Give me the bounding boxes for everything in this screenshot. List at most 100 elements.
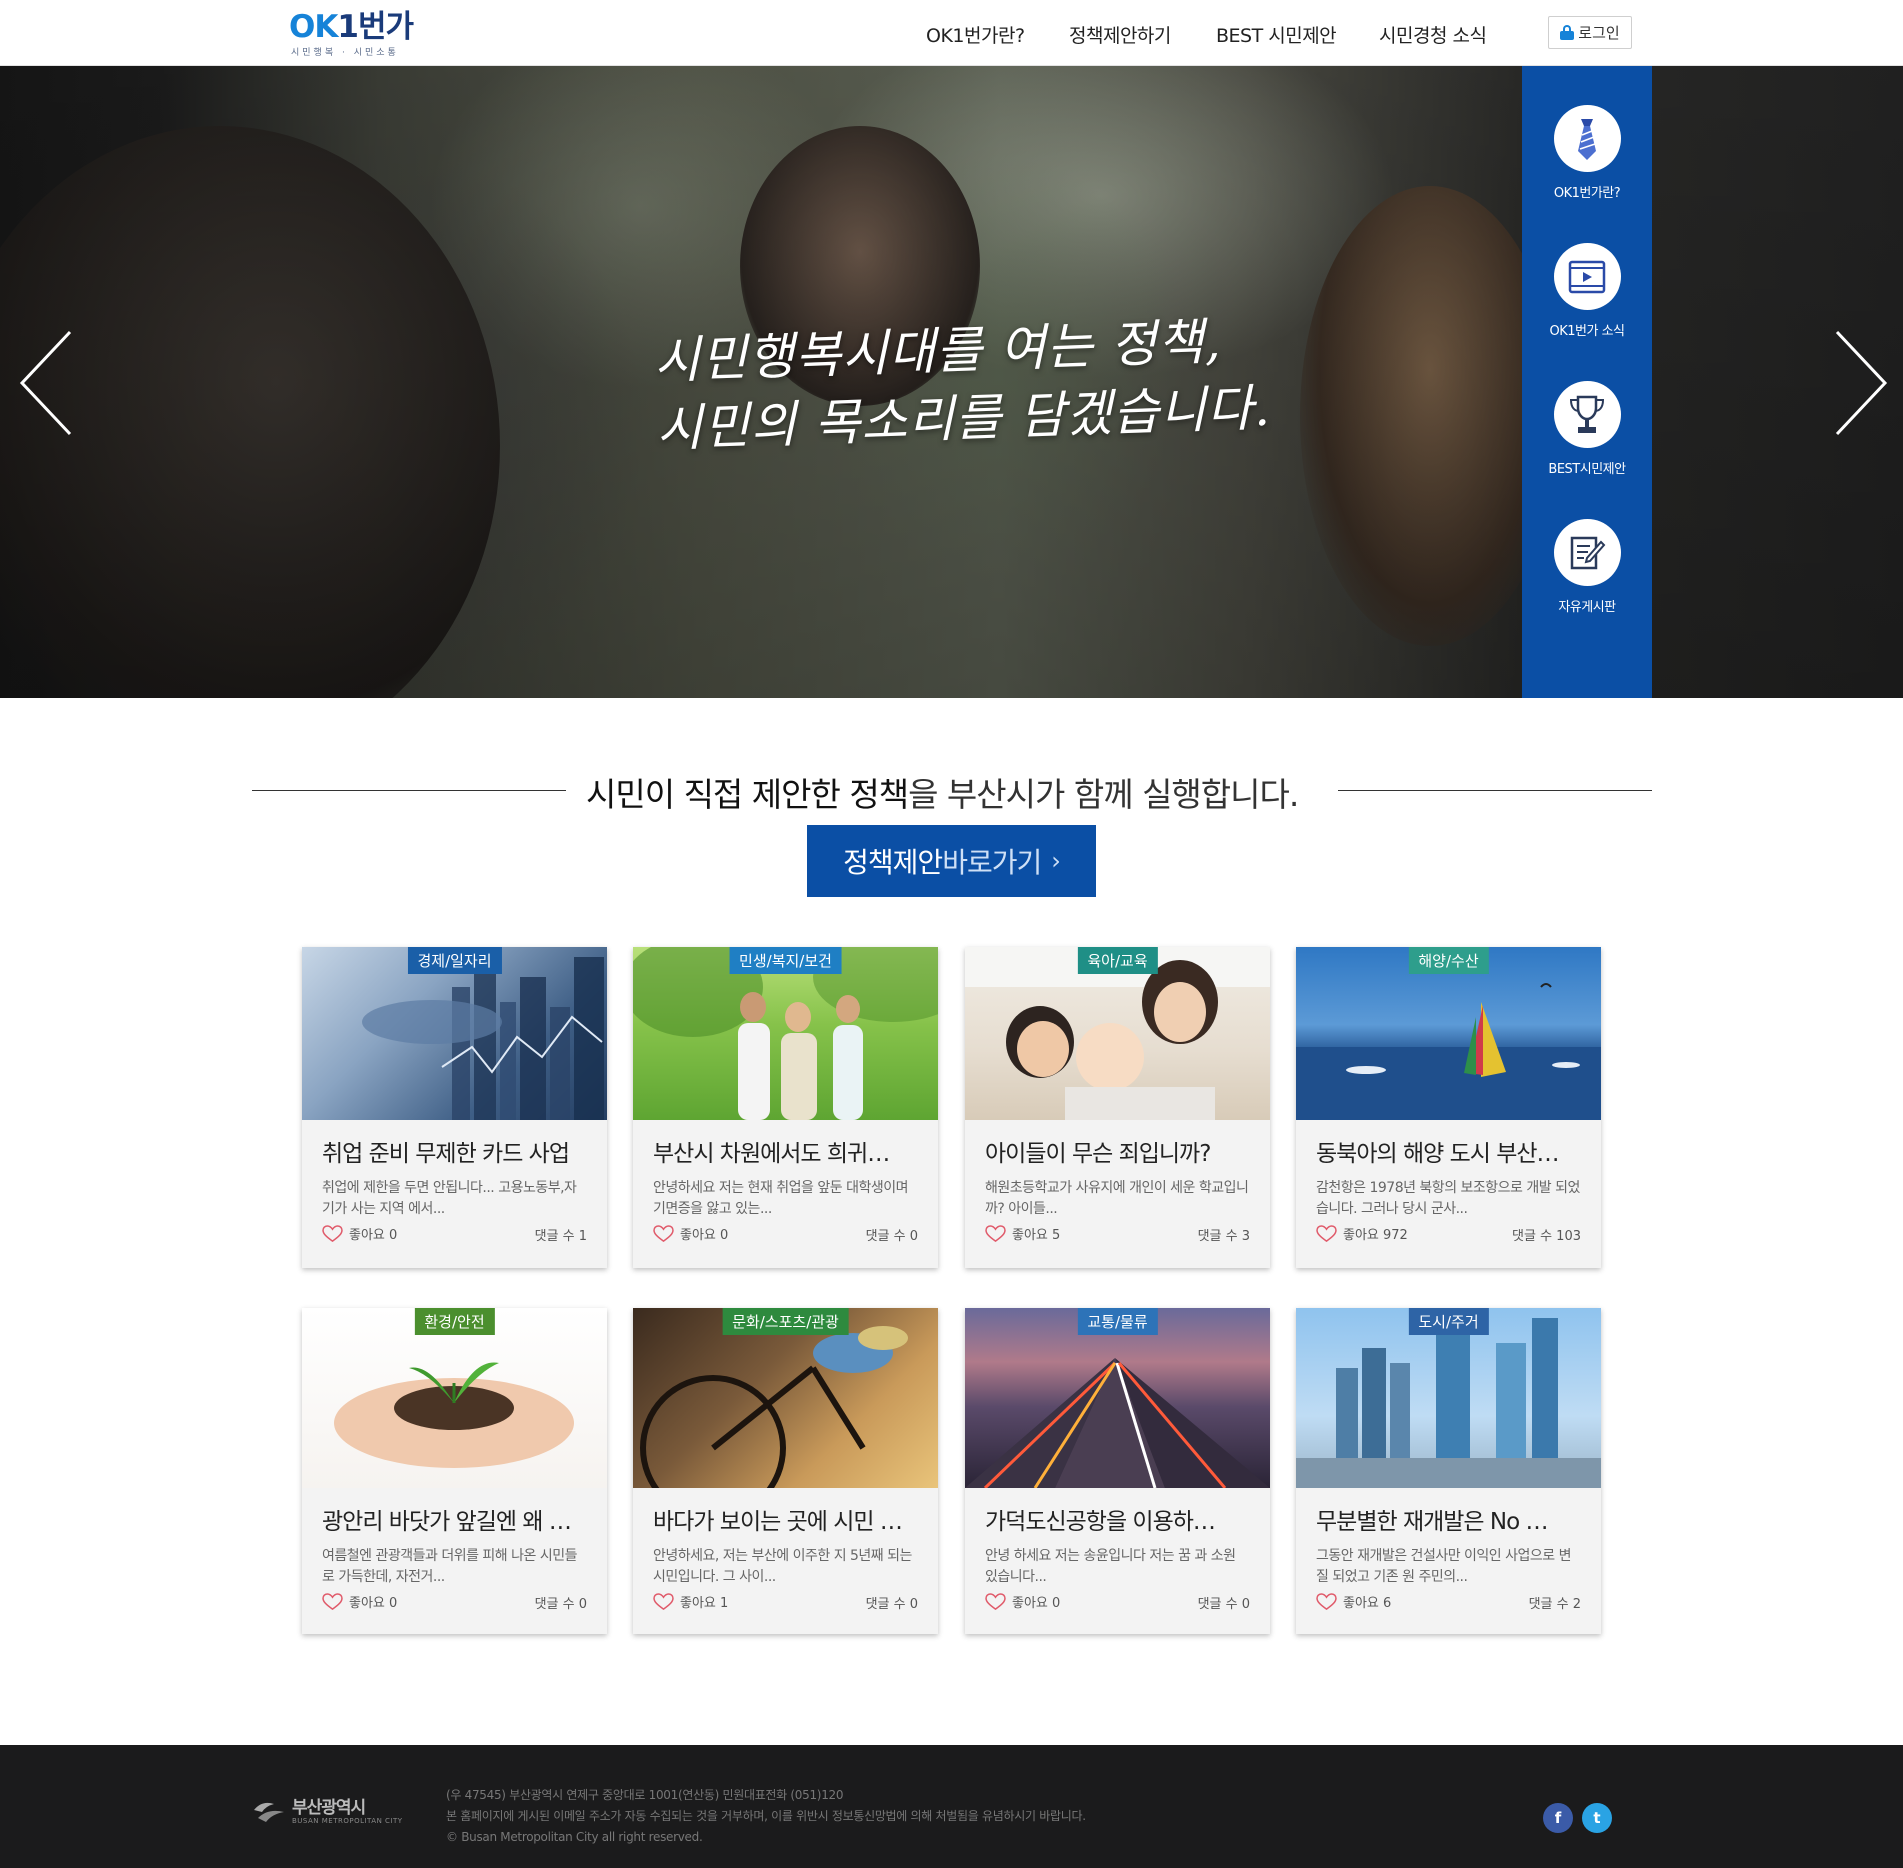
card-description: 취업에 제한을 두면 안됩니다... 고용노동부,자기가 사는 지역 에서... [322, 1180, 577, 1217]
footer-logo-text: 부산광역시 [292, 1797, 366, 1818]
quick-item-board[interactable]: 자유게시판 [1522, 519, 1652, 615]
card-image: 문화/스포츠/관광 [633, 1308, 938, 1488]
quick-label-best: BEST시민제안 [1548, 462, 1626, 477]
category-tag: 문화/스포츠/관광 [722, 1308, 849, 1335]
like-count: 좋아요 6 [1343, 1596, 1392, 1611]
login-button[interactable]: 로그인 [1548, 16, 1632, 49]
card-title: 취업 준비 무제한 카드 사업 [322, 1141, 570, 1167]
login-label: 로그인 [1578, 24, 1620, 42]
like-button[interactable]: 좋아요 0 [322, 1592, 397, 1611]
card-title: 아이들이 무슨 죄입니까? [985, 1141, 1211, 1167]
quick-menu: OK1번가란? OK1번가 소식 BEST시민제안 자유게시판 [1522, 66, 1652, 698]
policy-card[interactable]: 문화/스포츠/관광 바다가 보이는 곳에 시민 … 안녕하세요, 저는 부산에 … [633, 1308, 938, 1634]
quick-item-news[interactable]: OK1번가 소식 [1522, 243, 1652, 339]
heart-icon [985, 1592, 1006, 1610]
card-image: 해양/수산 [1296, 947, 1601, 1120]
nav-propose-policy[interactable]: 정책제안하기 [1069, 21, 1171, 48]
like-button[interactable]: 좋아요 0 [653, 1224, 728, 1243]
cta-strong-text: 정책제안 [843, 846, 943, 879]
policy-card[interactable]: 교통/물류 가덕도신공항을 이용하… 안녕 하세요 저는 송윤입니다 저는 꿈 … [965, 1308, 1270, 1634]
cta-light-text: 바로가기 [942, 846, 1042, 879]
section-title-rest: 을 부산시가 함께 실행합니다. [908, 775, 1299, 814]
policy-card[interactable]: 경제/일자리 취업 준비 무제한 카드 사업 취업에 제한을 두면 안됩니다..… [302, 947, 607, 1268]
comment-count: 댓글 수 0 [865, 1229, 918, 1244]
card-title: 바다가 보이는 곳에 시민 … [653, 1509, 903, 1535]
card-image: 경제/일자리 [302, 947, 607, 1120]
category-tag: 해양/수산 [1408, 947, 1489, 974]
card-image: 도시/주거 [1296, 1308, 1601, 1488]
card-description: 해원초등학교가 사유지에 개인이 세운 학교입니까? 아이들... [985, 1180, 1249, 1217]
nav-best-proposals[interactable]: BEST 시민제안 [1216, 21, 1337, 48]
heart-icon [322, 1592, 343, 1610]
like-count: 좋아요 0 [349, 1228, 398, 1243]
card-title: 동북아의 해양 도시 부산… [1316, 1141, 1560, 1167]
like-button[interactable]: 좋아요 972 [1316, 1224, 1408, 1243]
section-heading: 시민이 직접 제안한 정책을 부산시가 함께 실행합니다. [252, 764, 1652, 814]
facebook-button[interactable]: f [1543, 1803, 1573, 1833]
edit-note-icon [1570, 536, 1606, 569]
heart-icon [1316, 1592, 1337, 1610]
comment-count: 댓글 수 0 [534, 1597, 587, 1612]
footer-info: (우 47545) 부산광역시 연제구 중앙대로 1001(연산동) 민원대표전… [446, 1785, 1086, 1848]
heart-icon [653, 1592, 674, 1610]
quick-item-about[interactable]: OK1번가란? [1522, 105, 1652, 201]
hero-headline: 시민행복시대를 여는 정책, 시민의 목소리를 담겠습니다. [653, 305, 1297, 463]
policy-card[interactable]: 환경/안전 광안리 바닷가 앞길엔 왜 … 여름철엔 관광객들과 더위를 피해 … [302, 1308, 607, 1634]
site-header: OK1번가 시민행복 · 시민소통 OK1번가란? 정책제안하기 BEST 시민… [0, 0, 1903, 66]
category-tag: 교통/물류 [1077, 1308, 1158, 1335]
like-button[interactable]: 좋아요 1 [653, 1592, 728, 1611]
heart-icon [322, 1224, 343, 1242]
chevron-right-icon: › [1051, 847, 1061, 875]
card-image: 육아/교육 [965, 947, 1270, 1120]
category-tag: 환경/안전 [414, 1308, 495, 1335]
category-tag: 육아/교육 [1077, 947, 1158, 974]
slide-next-button[interactable] [1829, 328, 1889, 438]
policy-card[interactable]: 도시/주거 무분별한 재개발은 No … 그동안 재개발은 건설사만 이익인 사… [1296, 1308, 1601, 1634]
nav-about[interactable]: OK1번가란? [926, 21, 1025, 48]
section-line-left [252, 790, 566, 791]
like-count: 좋아요 0 [349, 1596, 398, 1611]
footer-notice: 본 홈페이지에 게시된 이메일 주소가 자동 수집되는 것을 거부하며, 이를 … [446, 1809, 1086, 1823]
heart-icon [985, 1224, 1006, 1242]
necktie-icon [1578, 118, 1596, 160]
comment-count: 댓글 수 3 [1197, 1229, 1250, 1244]
slide-prev-button[interactable] [18, 328, 78, 438]
heart-icon [653, 1224, 674, 1242]
section-line-right [1338, 790, 1652, 791]
like-button[interactable]: 좋아요 6 [1316, 1592, 1391, 1611]
card-image: 민생/복지/보건 [633, 947, 938, 1120]
quick-item-best[interactable]: BEST시민제안 [1522, 381, 1652, 477]
category-tag: 민생/복지/보건 [729, 947, 842, 974]
card-image: 교통/물류 [965, 1308, 1270, 1488]
comment-count: 댓글 수 2 [1528, 1597, 1581, 1612]
propose-policy-button[interactable]: 정책제안 바로가기 › [807, 825, 1096, 897]
video-icon [1568, 260, 1606, 293]
lock-icon [1560, 25, 1575, 40]
section-title-strong: 시민이 직접 제안한 정책 [586, 775, 909, 814]
nav-news[interactable]: 시민경청 소식 [1379, 21, 1487, 48]
quick-label-about: OK1번가란? [1553, 186, 1621, 201]
category-tag: 도시/주거 [1408, 1308, 1489, 1335]
comment-count: 댓글 수 0 [865, 1597, 918, 1612]
policy-card[interactable]: 육아/교육 아이들이 무슨 죄입니까? 해원초등학교가 사유지에 개인이 세운 … [965, 947, 1270, 1268]
like-button[interactable]: 좋아요 0 [985, 1592, 1060, 1611]
card-description: 안녕하세요, 저는 부산에 이주한 지 5년째 되는 시민입니다. 그 사이..… [653, 1548, 912, 1585]
hero-banner: 시민행복시대를 여는 정책, 시민의 목소리를 담겠습니다. OK1번가란? O… [0, 66, 1903, 698]
policy-card[interactable]: 해양/수산 동북아의 해양 도시 부산… 감천항은 1978년 북항의 보조항으… [1296, 947, 1601, 1268]
footer-address: (우 47545) 부산광역시 연제구 중앙대로 1001(연산동) 민원대표전… [446, 1788, 844, 1802]
like-count: 좋아요 0 [680, 1228, 729, 1243]
card-title: 광안리 바닷가 앞길엔 왜 … [322, 1509, 572, 1535]
quick-label-board: 자유게시판 [1558, 600, 1616, 615]
like-button[interactable]: 좋아요 5 [985, 1224, 1060, 1243]
card-description: 안녕하세요 저는 현재 취업을 앞둔 대학생이며 기면증을 앓고 있는... [653, 1180, 908, 1217]
like-count: 좋아요 1 [680, 1596, 729, 1611]
policy-card[interactable]: 민생/복지/보건 부산시 차원에서도 희귀… 안녕하세요 저는 현재 취업을 앞… [633, 947, 938, 1268]
busan-logo[interactable]: 부산광역시 BUSAN METROPOLITAN CITY [252, 1798, 403, 1826]
card-description: 그동안 재개발은 건설사만 이익인 사업으로 변질 되었고 기존 원 주민의..… [1316, 1548, 1571, 1585]
twitter-icon: t [1593, 1809, 1601, 1827]
like-button[interactable]: 좋아요 0 [322, 1224, 397, 1243]
twitter-button[interactable]: t [1582, 1803, 1612, 1833]
section-title: 시민이 직접 제안한 정책을 부산시가 함께 실행합니다. [586, 768, 1299, 816]
busan-emblem-icon [254, 1802, 284, 1822]
site-footer: 부산광역시 BUSAN METROPOLITAN CITY (우 47545) … [0, 1745, 1903, 1868]
